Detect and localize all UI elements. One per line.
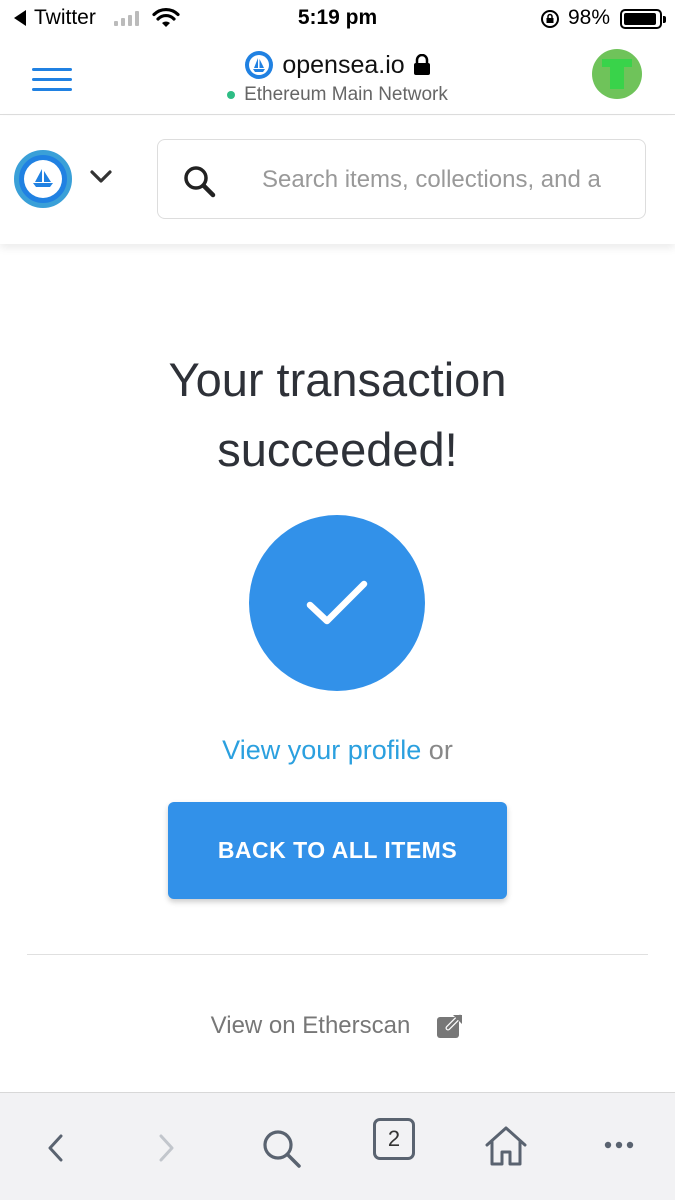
- post-transaction-links: View your profile or: [0, 735, 675, 766]
- network-indicator: Ethereum Main Network: [0, 84, 675, 106]
- checkmark-icon: [306, 580, 368, 625]
- view-profile-link[interactable]: View your profile: [222, 735, 421, 765]
- search-input[interactable]: [262, 160, 622, 200]
- or-text: or: [428, 735, 453, 765]
- view-on-etherscan-link[interactable]: View on Etherscan: [211, 1012, 411, 1040]
- home-icon[interactable]: [484, 1125, 528, 1167]
- chevron-down-icon[interactable]: [90, 170, 112, 184]
- network-status-dot: [227, 91, 236, 99]
- battery-icon: [620, 9, 666, 29]
- domain-text: opensea.io: [282, 50, 405, 79]
- tabs-button[interactable]: 2: [373, 1118, 415, 1160]
- forward-icon[interactable]: [156, 1133, 178, 1163]
- url-display[interactable]: opensea.io: [0, 50, 675, 80]
- external-link-icon: [437, 1013, 463, 1038]
- page-title: Your transaction succeeded!: [0, 345, 675, 485]
- search-icon: [184, 166, 216, 198]
- back-icon[interactable]: [44, 1133, 66, 1163]
- ship-icon: [33, 169, 53, 187]
- opensea-logo[interactable]: [14, 150, 72, 208]
- battery-percent: 98%: [568, 6, 611, 29]
- etherscan-row[interactable]: View on Etherscan: [0, 1012, 675, 1040]
- browser-address-bar: opensea.io Ethereum Main Network: [0, 38, 675, 115]
- title-line-1: Your transaction: [168, 353, 507, 406]
- success-circle: [249, 515, 425, 691]
- network-name: Ethereum Main Network: [244, 84, 448, 105]
- wallet-avatar[interactable]: [592, 49, 642, 99]
- back-to-all-items-button[interactable]: BACK TO ALL ITEMS: [168, 802, 507, 899]
- browser-toolbar: 2: [0, 1092, 675, 1200]
- tab-count: 2: [387, 1126, 401, 1151]
- more-options-icon[interactable]: [604, 1141, 634, 1149]
- search-box: [157, 139, 646, 219]
- status-bar: Twitter 5:19 pm 98%: [0, 0, 675, 38]
- site-header: [0, 116, 675, 244]
- search-icon[interactable]: [260, 1127, 302, 1169]
- secure-lock-icon: [413, 54, 430, 75]
- site-favicon-icon: [245, 51, 274, 79]
- title-line-2: succeeded!: [217, 423, 458, 476]
- divider: [27, 954, 648, 955]
- rotation-lock-icon: [541, 10, 559, 28]
